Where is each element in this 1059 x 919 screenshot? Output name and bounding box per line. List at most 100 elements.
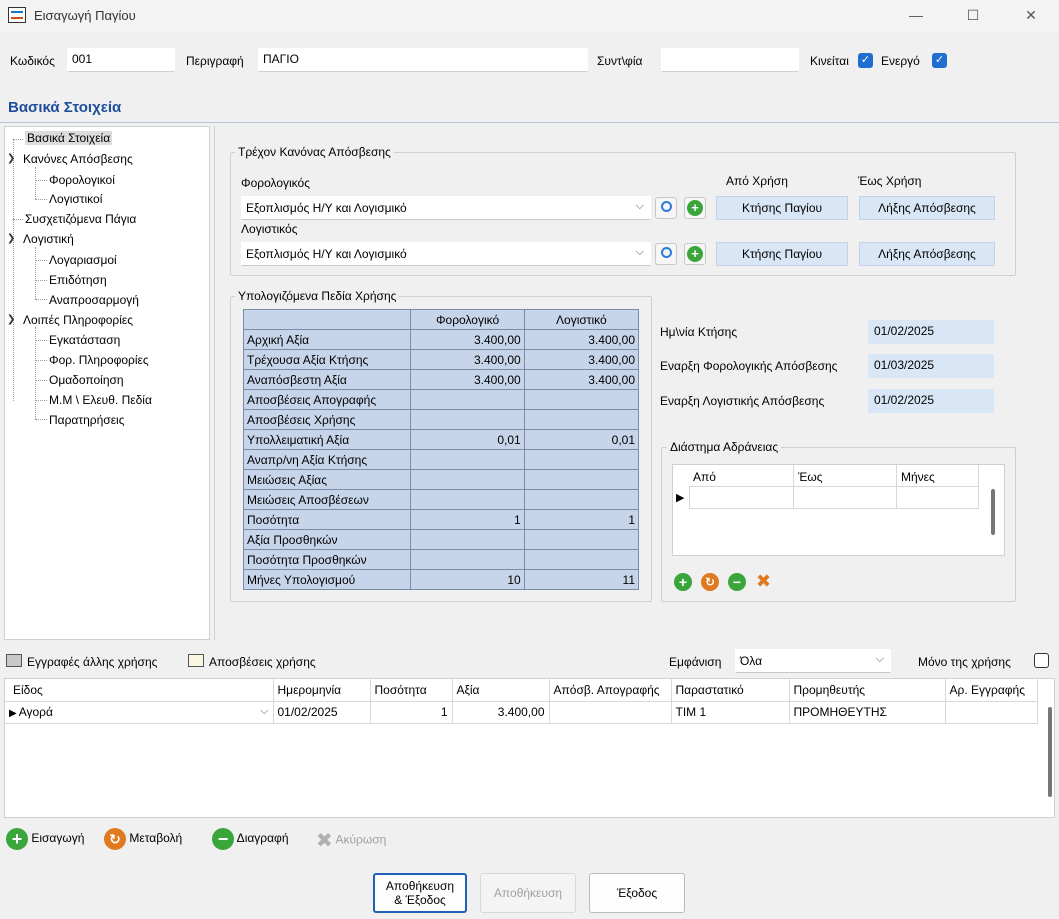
save-button[interactable]: Αποθήκευση (480, 873, 576, 913)
list-cell-date[interactable]: 01/02/2025 (273, 701, 371, 724)
calc-cell-acc[interactable]: 1 (523, 509, 640, 530)
acc-to-button[interactable]: Λήξης Απόσβεσης (859, 242, 995, 266)
calc-cell-tax[interactable]: 3.400,00 (410, 349, 525, 370)
calc-cell-acc[interactable]: 11 (523, 569, 640, 590)
idle-remove-icon[interactable]: − (728, 573, 746, 591)
calc-cell-tax[interactable] (410, 409, 525, 430)
idle-cancel-icon[interactable]: ✖ (756, 571, 771, 592)
tree-item-tax-info[interactable]: Φορ. Πληροφορίες (49, 353, 149, 367)
list-column-header[interactable]: Παραστατικό (671, 679, 790, 702)
tree-item-subsidy[interactable]: Επιδότηση (49, 273, 107, 287)
maximize-button[interactable]: ☐ (950, 4, 996, 28)
tree-item-depreciation-rules[interactable]: Κανόνες Απόσβεσης (23, 152, 133, 166)
tree-item-accounts[interactable]: Λογαριασμοί (49, 253, 117, 267)
idle-cell-to[interactable] (794, 487, 897, 509)
acc-rule-search-button[interactable] (655, 243, 677, 265)
idle-scrollbar[interactable] (991, 489, 995, 535)
list-cell-supplier[interactable]: ΠΡΟΜΗΘΕΥΤΗΣ (789, 701, 946, 724)
tax-rule-select[interactable]: Εξοπλισμός Η/Υ και Λογισμικό ⌵ (241, 196, 651, 220)
calc-cell-tax[interactable]: 3.400,00 (410, 329, 525, 350)
insert-button[interactable]: + Εισαγωγή (6, 828, 84, 850)
list-cell-type[interactable]: ▶ Αγορά ⌵ (5, 701, 274, 724)
chevron-down-icon[interactable]: ❯ (7, 314, 15, 325)
calc-cell-acc[interactable] (523, 449, 640, 470)
table-row[interactable]: ▶ Αγορά ⌵ 01/02/2025 1 3.400,00 ΤΙΜ 1 ΠΡΟΜΗΘΕΥΤ… (5, 701, 1038, 724)
list-cell-dep[interactable] (549, 701, 672, 724)
cancel-action-button[interactable]: ✖ Ακύρωση (316, 828, 386, 853)
only-year-checkbox[interactable] (1034, 653, 1049, 668)
close-button[interactable]: ✕ (1008, 4, 1054, 28)
tree-item-free-fields[interactable]: Μ.Μ \ Ελευθ. Πεδία (49, 393, 152, 407)
list-column-header[interactable]: Είδος (5, 679, 274, 702)
synt-field[interactable] (661, 48, 799, 72)
tree-item-tax[interactable]: Φορολογικοί (49, 173, 115, 187)
calc-cell-tax[interactable]: 3.400,00 (410, 369, 525, 390)
calc-cell-tax[interactable]: 0,01 (410, 429, 525, 450)
list-cell-doc[interactable]: ΤΙΜ 1 (671, 701, 790, 724)
chevron-down-icon[interactable]: ⌵ (260, 705, 268, 718)
calc-cell-acc[interactable]: 3.400,00 (523, 329, 640, 350)
calc-cell-tax[interactable] (410, 549, 525, 570)
tax-rule-search-button[interactable] (655, 197, 677, 219)
calc-cell-acc[interactable]: 3.400,00 (523, 349, 640, 370)
tree-item-notes[interactable]: Παρατηρήσεις (49, 413, 125, 427)
calc-cell-acc[interactable] (523, 469, 640, 490)
calc-cell-acc[interactable] (523, 409, 640, 430)
description-field[interactable]: ΠΑΓΙΟ (258, 48, 588, 72)
calc-cell-acc[interactable] (523, 489, 640, 510)
list-column-header[interactable]: Ποσότητα (370, 679, 453, 702)
active-checkbox[interactable]: ✓ (932, 53, 947, 68)
list-column-header[interactable]: Ημερομηνία (273, 679, 371, 702)
tree-item-basic[interactable]: Βασικά Στοιχεία (25, 131, 113, 145)
tree-item-grouping[interactable]: Ομαδοποίηση (49, 373, 124, 387)
moves-checkbox[interactable]: ✓ (858, 53, 873, 68)
list-cell-reg[interactable] (945, 701, 1038, 724)
tree-item-revaluation[interactable]: Αναπροσαρμογή (49, 293, 139, 307)
acc-start-field[interactable]: 01/02/2025 (868, 389, 994, 413)
calc-cell-acc[interactable]: 3.400,00 (523, 369, 640, 390)
minimize-button[interactable]: — (893, 4, 939, 28)
tax-start-field[interactable]: 01/03/2025 (868, 354, 994, 378)
entries-scrollbar[interactable] (1048, 707, 1052, 797)
calc-cell-tax[interactable] (410, 489, 525, 510)
list-cell-qty[interactable]: 1 (370, 701, 453, 724)
calc-cell-tax[interactable] (410, 449, 525, 470)
calc-cell-acc[interactable] (523, 549, 640, 570)
list-column-header[interactable]: Απόσβ. Απογραφής (549, 679, 672, 702)
list-column-header[interactable]: Προμηθευτής (789, 679, 946, 702)
acquisition-date-field[interactable]: 01/02/2025 (868, 320, 994, 344)
calc-cell-tax[interactable] (410, 469, 525, 490)
calc-cell-acc[interactable] (523, 529, 640, 550)
idle-refresh-icon[interactable]: ↻ (701, 573, 719, 591)
code-field[interactable]: 001 (67, 48, 175, 72)
calc-cell-tax[interactable] (410, 529, 525, 550)
acc-rule-select[interactable]: Εξοπλισμός Η/Υ και Λογισμικό ⌵ (241, 242, 651, 266)
list-column-header[interactable]: Αρ. Εγγραφής (945, 679, 1038, 702)
tax-to-button[interactable]: Λήξης Απόσβεσης (859, 196, 995, 220)
acc-from-button[interactable]: Κτήσης Παγίου (716, 242, 848, 266)
tax-rule-add-button[interactable]: + (684, 197, 706, 219)
calc-cell-tax[interactable]: 1 (410, 509, 525, 530)
chevron-down-icon[interactable]: ❯ (7, 153, 15, 164)
list-cell-value[interactable]: 3.400,00 (452, 701, 550, 724)
tree-item-accounting-section[interactable]: Λογιστική (23, 232, 74, 246)
show-select[interactable]: Όλα ⌵ (735, 649, 891, 673)
idle-cell-months[interactable] (897, 487, 979, 509)
idle-add-icon[interactable]: + (674, 573, 692, 591)
list-column-header[interactable]: Αξία (452, 679, 550, 702)
acc-rule-add-button[interactable]: + (684, 243, 706, 265)
calc-cell-tax[interactable]: 10 (410, 569, 525, 590)
tree-item-related-assets[interactable]: Συσχετιζόμενα Πάγια (25, 212, 136, 226)
tree-item-accounting[interactable]: Λογιστικοί (49, 192, 102, 206)
delete-button[interactable]: − Διαγραφή (212, 828, 289, 850)
tree-item-other-info[interactable]: Λοιπές Πληροφορίες (23, 313, 133, 327)
tax-from-button[interactable]: Κτήσης Παγίου (716, 196, 848, 220)
save-exit-button[interactable]: Αποθήκευση & Έξοδος (373, 873, 467, 913)
calc-cell-acc[interactable]: 0,01 (523, 429, 640, 450)
tree-item-installation[interactable]: Εγκατάσταση (49, 333, 120, 347)
calc-cell-tax[interactable] (410, 389, 525, 410)
exit-button[interactable]: Έξοδος (589, 873, 685, 913)
calc-cell-acc[interactable] (523, 389, 640, 410)
modify-button[interactable]: ↻ Μεταβολή (104, 828, 182, 850)
chevron-down-icon[interactable]: ❯ (7, 233, 15, 244)
